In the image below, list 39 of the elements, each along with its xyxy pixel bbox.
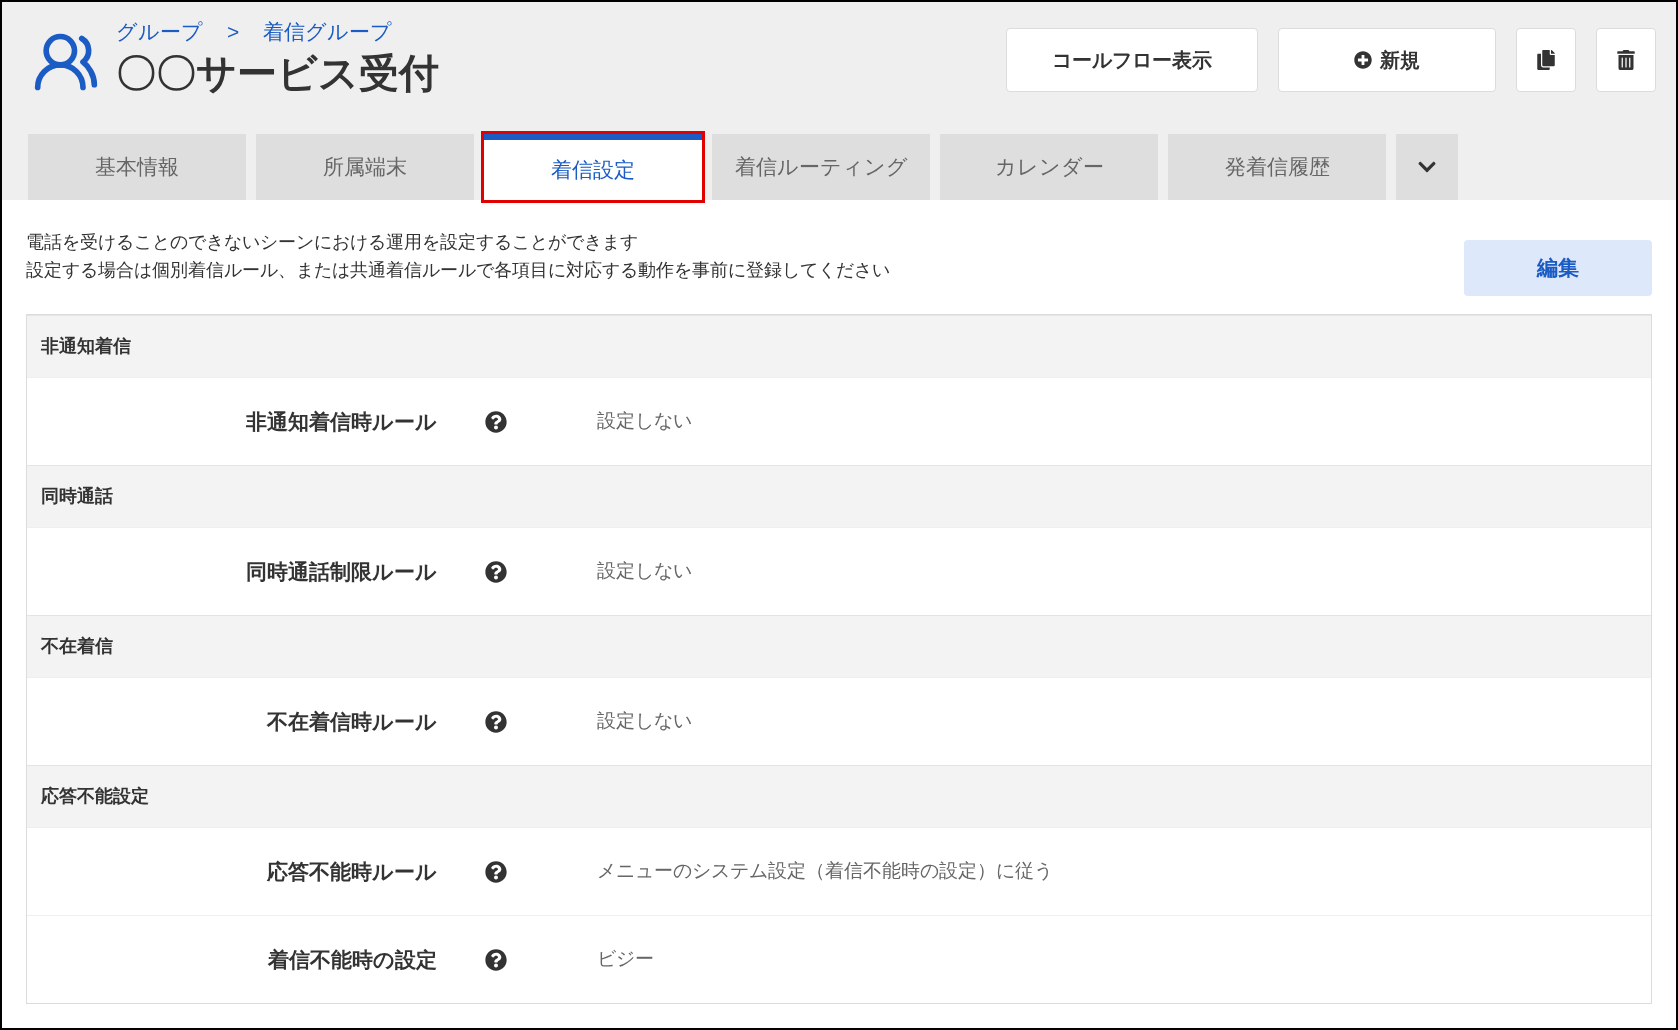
description-text: 電話を受けることのできないシーンにおける運用を設定することができます bbox=[26, 231, 639, 254]
help-icon[interactable] bbox=[485, 410, 507, 433]
page-title: 〇〇サービス受付 bbox=[116, 49, 439, 97]
description-text: 設定する場合は個別着信ルール、または共通着信ルールで各項目に対応する動作を事前に登録してください bbox=[26, 259, 890, 282]
help-icon[interactable] bbox=[485, 948, 507, 971]
setting-value: 設定しない bbox=[597, 409, 692, 434]
setting-label: 非通知着信時ルール bbox=[245, 408, 437, 435]
trash-icon bbox=[1617, 50, 1635, 70]
tab[interactable]: 基本情報 bbox=[28, 134, 246, 200]
tab[interactable]: 所属端末 bbox=[256, 134, 474, 200]
help-icon[interactable] bbox=[485, 860, 507, 883]
tab[interactable]: 発着信履歴 bbox=[1168, 134, 1386, 200]
copy-icon bbox=[1537, 50, 1555, 70]
section-header: 同時通話 bbox=[27, 465, 1651, 527]
edit-button[interactable]: 編集 bbox=[1464, 240, 1652, 296]
setting-label: 不在着信時ルール bbox=[266, 708, 437, 735]
tab[interactable]: カレンダー bbox=[940, 134, 1158, 200]
setting-label: 応答不能時ルール bbox=[266, 858, 437, 885]
setting-label: 着信不能時の設定 bbox=[267, 946, 437, 973]
plus-icon bbox=[1354, 51, 1372, 69]
setting-value: メニューのシステム設定（着信不能時の設定）に従う bbox=[597, 859, 1053, 884]
breadcrumb-separator: > bbox=[227, 19, 240, 45]
section-header: 非通知着信 bbox=[27, 315, 1651, 377]
setting-value: ビジー bbox=[597, 947, 654, 972]
copy-button[interactable] bbox=[1516, 28, 1576, 92]
setting-label: 同時通話制限ルール bbox=[245, 558, 437, 585]
section-header: 不在着信 bbox=[27, 615, 1651, 677]
new-button[interactable]: 新規 bbox=[1278, 28, 1496, 92]
help-icon[interactable] bbox=[485, 560, 507, 583]
section-header: 応答不能設定 bbox=[27, 765, 1651, 827]
setting-value: 設定しない bbox=[597, 559, 692, 584]
tab[interactable]: 着信設定 bbox=[484, 134, 702, 200]
setting-value: 設定しない bbox=[597, 709, 692, 734]
tab[interactable]: 着信ルーティング bbox=[712, 134, 930, 200]
breadcrumb-link[interactable]: グループ bbox=[116, 16, 203, 48]
delete-button[interactable] bbox=[1596, 28, 1656, 92]
call-flow-button[interactable]: コールフロー表示 bbox=[1006, 28, 1258, 92]
breadcrumb-link[interactable]: 着信グループ bbox=[263, 16, 393, 48]
help-icon[interactable] bbox=[485, 710, 507, 733]
